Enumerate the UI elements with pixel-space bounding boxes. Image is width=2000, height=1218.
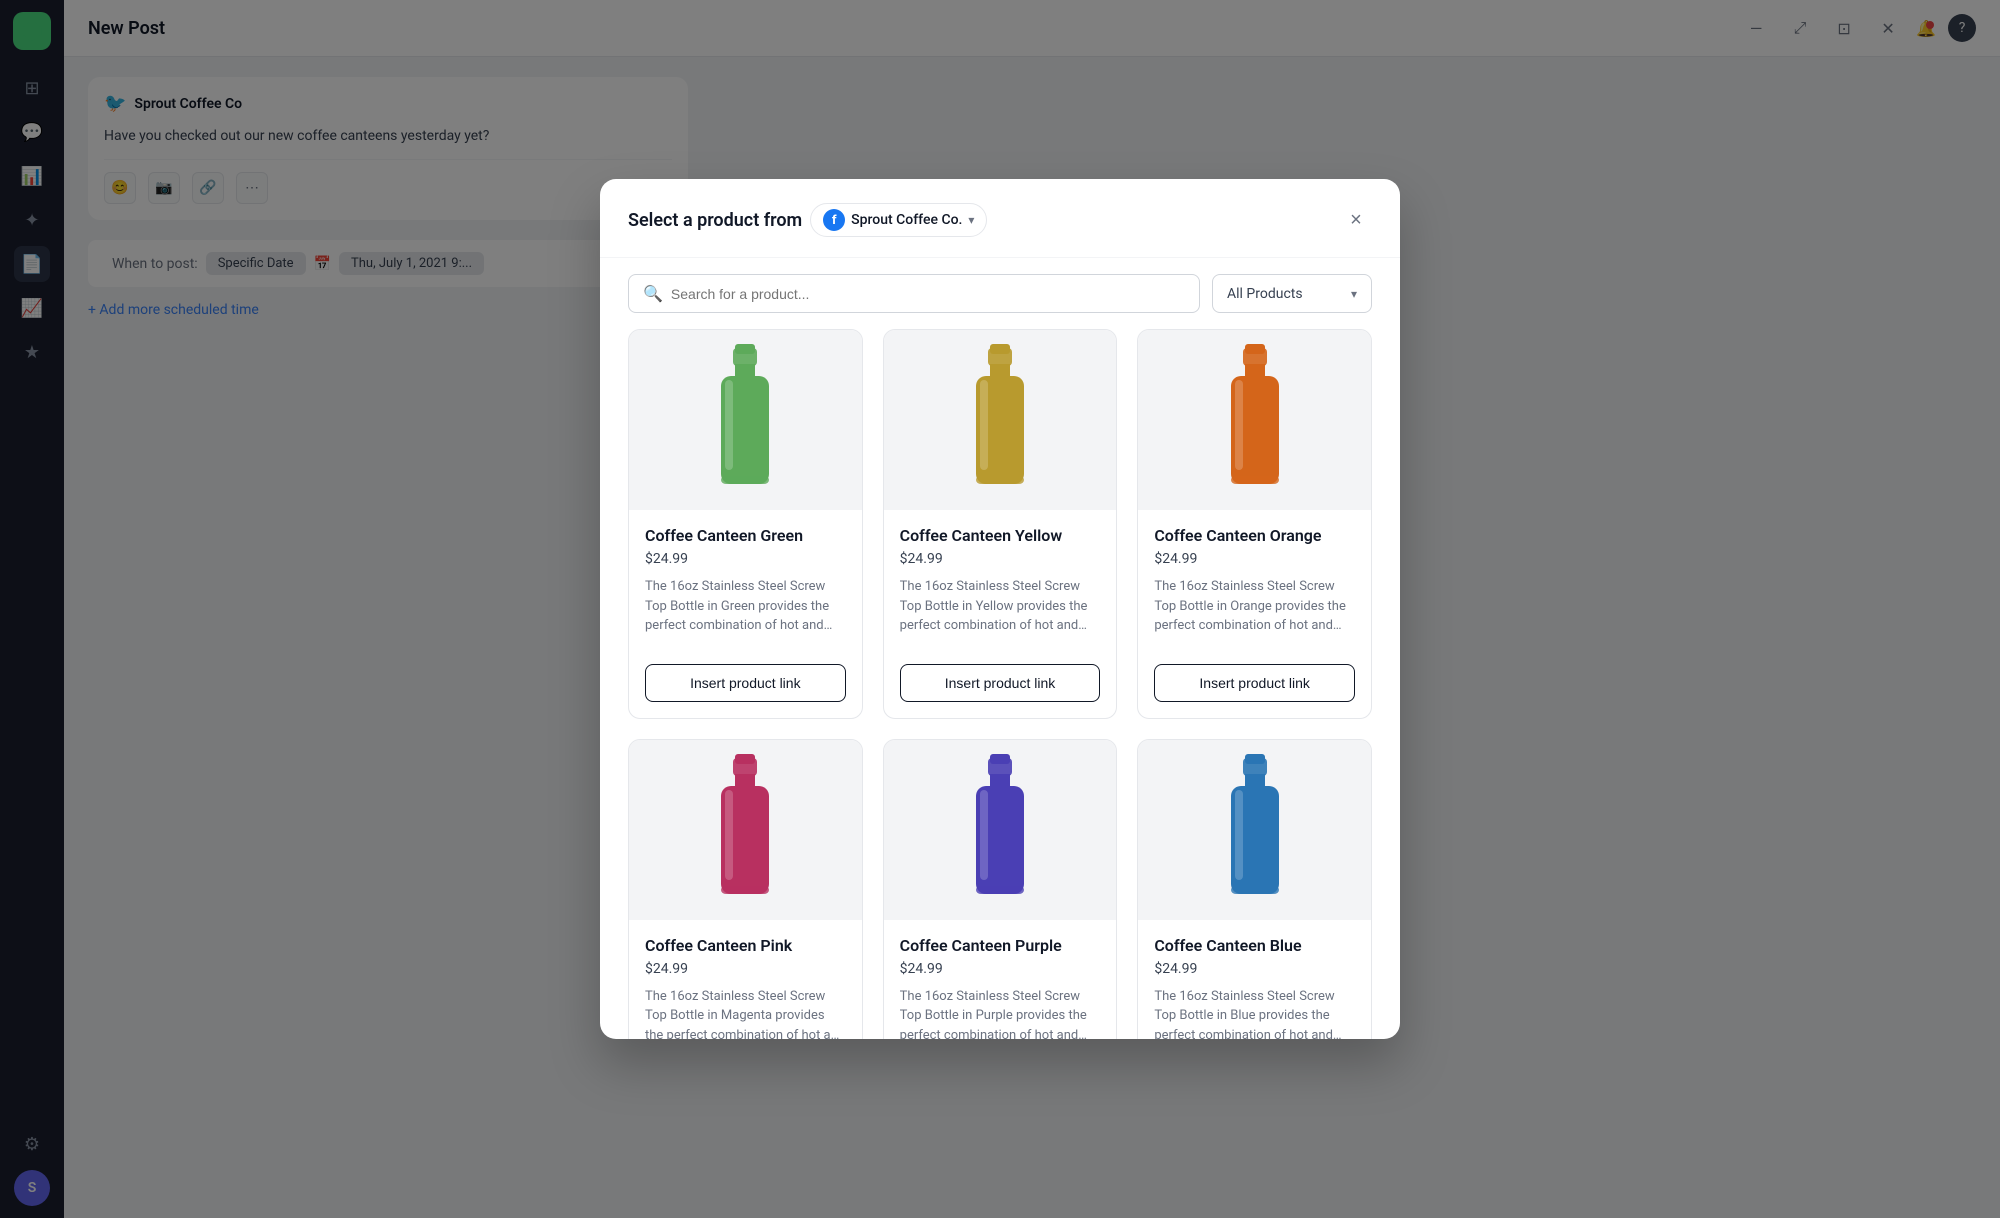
modal-toolbar: 🔍 All Products ▾ xyxy=(600,258,1400,329)
product-price: $24.99 xyxy=(645,551,846,567)
product-image-0 xyxy=(629,330,862,510)
insert-product-link-button[interactable]: Insert product link xyxy=(645,664,846,702)
product-price: $24.99 xyxy=(1154,961,1355,977)
product-price: $24.99 xyxy=(1154,551,1355,567)
insert-product-link-button[interactable]: Insert product link xyxy=(900,664,1101,702)
product-card: Coffee Canteen Purple $24.99 The 16oz St… xyxy=(883,739,1118,1040)
modal-title: Select a product from xyxy=(628,210,802,231)
search-box: 🔍 xyxy=(628,274,1200,313)
product-info: Coffee Canteen Blue $24.99 The 16oz Stai… xyxy=(1138,920,1371,1040)
product-price: $24.99 xyxy=(900,551,1101,567)
product-image-2 xyxy=(1138,330,1371,510)
facebook-icon: f xyxy=(823,209,845,231)
modal-overlay: Select a product from f Sprout Coffee Co… xyxy=(0,0,2000,1218)
modal-title-row: Select a product from f Sprout Coffee Co… xyxy=(628,203,987,237)
product-image-5 xyxy=(1138,740,1371,920)
close-modal-button[interactable]: × xyxy=(1340,204,1372,236)
product-description: The 16oz Stainless Steel Screw Top Bottl… xyxy=(645,987,846,1040)
product-image-1 xyxy=(884,330,1117,510)
product-info: Coffee Canteen Orange $24.99 The 16oz St… xyxy=(1138,510,1371,652)
chevron-down-icon: ▾ xyxy=(968,213,974,227)
product-name: Coffee Canteen Yellow xyxy=(900,526,1101,545)
product-card: Coffee Canteen Orange $24.99 The 16oz St… xyxy=(1137,329,1372,719)
product-price: $24.99 xyxy=(645,961,846,977)
filter-chevron-icon: ▾ xyxy=(1351,287,1357,301)
modal-body: Coffee Canteen Green $24.99 The 16oz Sta… xyxy=(600,329,1400,1039)
product-info: Coffee Canteen Yellow $24.99 The 16oz St… xyxy=(884,510,1117,652)
source-selector[interactable]: f Sprout Coffee Co. ▾ xyxy=(810,203,987,237)
modal-header: Select a product from f Sprout Coffee Co… xyxy=(600,179,1400,258)
search-input[interactable] xyxy=(671,286,1185,302)
product-description: The 16oz Stainless Steel Screw Top Bottl… xyxy=(645,577,846,636)
products-grid: Coffee Canteen Green $24.99 The 16oz Sta… xyxy=(628,329,1372,1039)
product-description: The 16oz Stainless Steel Screw Top Bottl… xyxy=(1154,987,1355,1040)
product-description: The 16oz Stainless Steel Screw Top Bottl… xyxy=(900,577,1101,636)
product-card: Coffee Canteen Pink $24.99 The 16oz Stai… xyxy=(628,739,863,1040)
insert-product-link-button[interactable]: Insert product link xyxy=(1154,664,1355,702)
product-info: Coffee Canteen Pink $24.99 The 16oz Stai… xyxy=(629,920,862,1040)
product-price: $24.99 xyxy=(900,961,1101,977)
product-info: Coffee Canteen Purple $24.99 The 16oz St… xyxy=(884,920,1117,1040)
search-icon: 🔍 xyxy=(643,284,663,303)
product-name: Coffee Canteen Purple xyxy=(900,936,1101,955)
source-name: Sprout Coffee Co. xyxy=(851,212,962,228)
product-name: Coffee Canteen Orange xyxy=(1154,526,1355,545)
product-card: Coffee Canteen Yellow $24.99 The 16oz St… xyxy=(883,329,1118,719)
product-info: Coffee Canteen Green $24.99 The 16oz Sta… xyxy=(629,510,862,652)
product-name: Coffee Canteen Green xyxy=(645,526,846,545)
product-name: Coffee Canteen Pink xyxy=(645,936,846,955)
product-image-4 xyxy=(884,740,1117,920)
product-image-3 xyxy=(629,740,862,920)
product-card: Coffee Canteen Blue $24.99 The 16oz Stai… xyxy=(1137,739,1372,1040)
product-description: The 16oz Stainless Steel Screw Top Bottl… xyxy=(1154,577,1355,636)
product-select-modal: Select a product from f Sprout Coffee Co… xyxy=(600,179,1400,1039)
product-description: The 16oz Stainless Steel Screw Top Bottl… xyxy=(900,987,1101,1040)
product-name: Coffee Canteen Blue xyxy=(1154,936,1355,955)
product-card: Coffee Canteen Green $24.99 The 16oz Sta… xyxy=(628,329,863,719)
filter-label: All Products xyxy=(1227,286,1303,302)
filter-dropdown[interactable]: All Products ▾ xyxy=(1212,274,1372,313)
